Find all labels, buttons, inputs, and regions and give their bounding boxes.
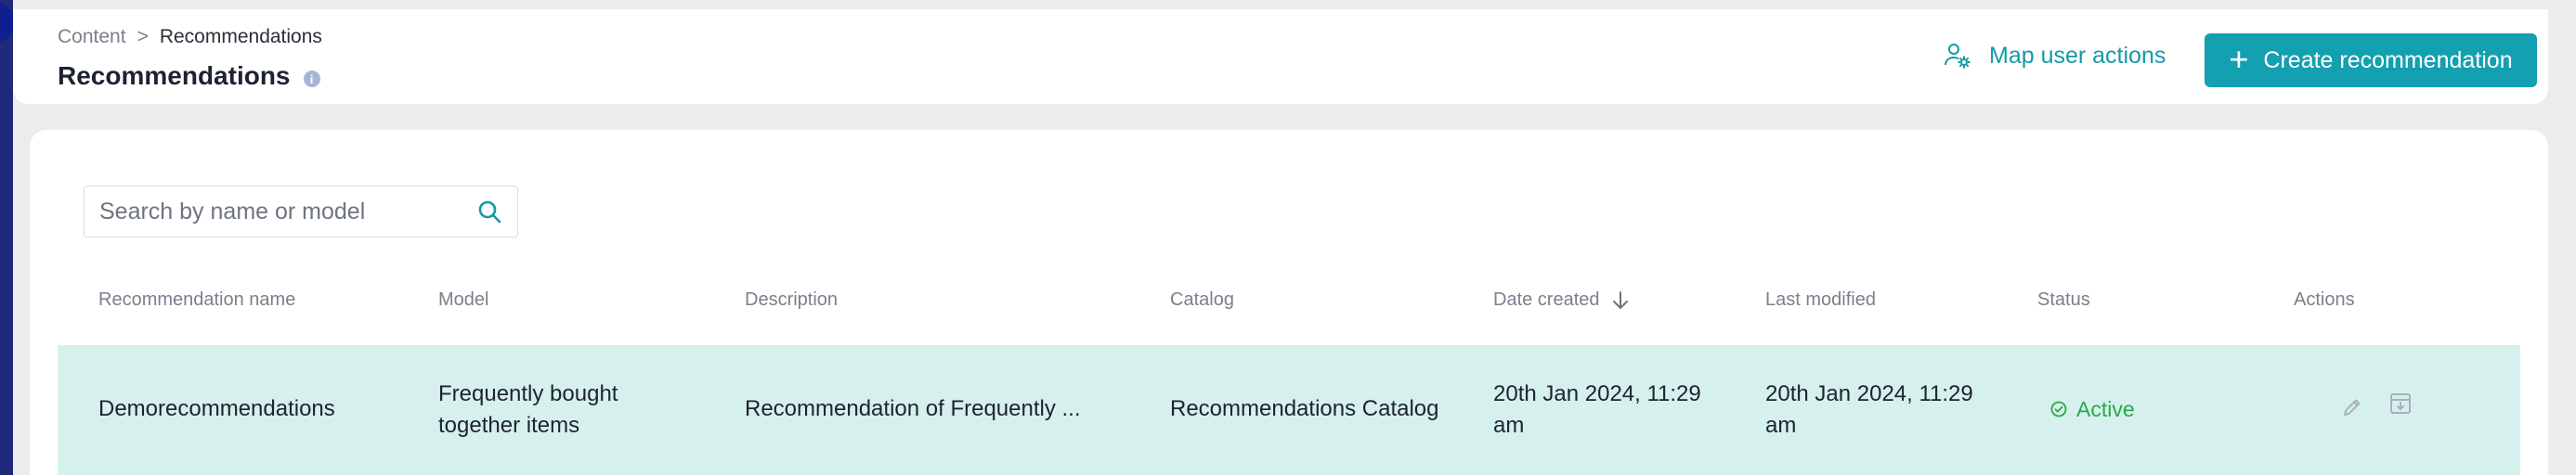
cell-last-modified-line1: 20th Jan 2024, 11:29: [1765, 381, 1973, 406]
sort-descending-icon[interactable]: [1611, 290, 1630, 311]
map-user-actions-button[interactable]: Map user actions: [1943, 37, 2166, 74]
breadcrumb: Content > Recommendations: [58, 26, 322, 48]
column-header-date-created[interactable]: Date created: [1493, 289, 1630, 311]
cell-model-line1: Frequently bought: [438, 381, 618, 406]
left-sidebar-rail: [0, 0, 15, 475]
page-title-text: Recommendations: [58, 61, 291, 90]
cell-last-modified-line2: am: [1765, 413, 1797, 438]
create-recommendation-button[interactable]: + Create recommendation: [2205, 33, 2537, 87]
status-badge: Active: [2050, 393, 2135, 425]
cell-date-created: 20th Jan 2024, 11:29 am: [1493, 379, 1701, 442]
column-header-catalog-label: Catalog: [1170, 289, 1234, 310]
cell-last-modified: 20th Jan 2024, 11:29 am: [1765, 379, 1973, 442]
column-header-actions-label: Actions: [2294, 289, 2355, 310]
column-header-catalog[interactable]: Catalog: [1170, 289, 1234, 311]
breadcrumb-separator: >: [137, 26, 149, 47]
user-gear-icon: [1945, 44, 1971, 69]
column-header-description[interactable]: Description: [745, 289, 838, 311]
column-header-name[interactable]: Recommendation name: [98, 289, 295, 311]
status-label: Active: [2076, 397, 2135, 421]
recommendations-panel: Recommendation name Model Description Ca…: [30, 130, 2548, 475]
table-row[interactable]: Demorecommendations Frequently bought to…: [58, 345, 2520, 475]
cell-date-created-line1: 20th Jan 2024, 11:29: [1493, 381, 1701, 406]
column-header-name-label: Recommendation name: [98, 289, 296, 310]
page-header: Content > Recommendations Recommendation…: [13, 9, 2548, 104]
search-icon[interactable]: [476, 199, 502, 225]
cell-model-line2: together items: [438, 413, 580, 438]
cell-catalog: Recommendations Catalog: [1170, 396, 1439, 421]
column-header-status[interactable]: Status: [2037, 289, 2090, 311]
column-header-description-label: Description: [745, 289, 839, 310]
column-header-model[interactable]: Model: [438, 289, 488, 311]
cell-description: Recommendation of Frequently ...: [745, 396, 1081, 421]
cell-model: Frequently bought together items: [438, 379, 618, 442]
cell-name[interactable]: Demorecommendations: [98, 393, 335, 425]
column-header-date-created-label: Date created: [1493, 289, 1600, 310]
breadcrumb-content-link[interactable]: Content: [58, 26, 126, 48]
check-circle-icon: [2050, 401, 2067, 417]
column-header-model-label: Model: [438, 289, 489, 310]
search-input[interactable]: [99, 198, 476, 225]
edit-icon[interactable]: [2340, 395, 2364, 419]
column-header-last-modified[interactable]: Last modified: [1765, 289, 1876, 311]
column-header-status-label: Status: [2037, 289, 2090, 310]
cell-date-created-line2: am: [1493, 413, 1525, 438]
column-header-actions: Actions: [2294, 289, 2355, 311]
archive-icon[interactable]: [2388, 392, 2413, 416]
breadcrumb-current: Recommendations: [159, 26, 322, 47]
search-box[interactable]: [84, 186, 518, 238]
info-icon[interactable]: i: [303, 71, 320, 87]
table-header: Recommendation name Model Description Ca…: [58, 289, 2520, 319]
create-recommendation-label: Create recommendation: [2263, 46, 2513, 73]
column-header-last-modified-label: Last modified: [1765, 289, 1876, 310]
page-title: Recommendations i: [58, 61, 320, 91]
plus-icon: +: [2229, 39, 2249, 78]
map-user-actions-label: Map user actions: [1989, 42, 2166, 69]
